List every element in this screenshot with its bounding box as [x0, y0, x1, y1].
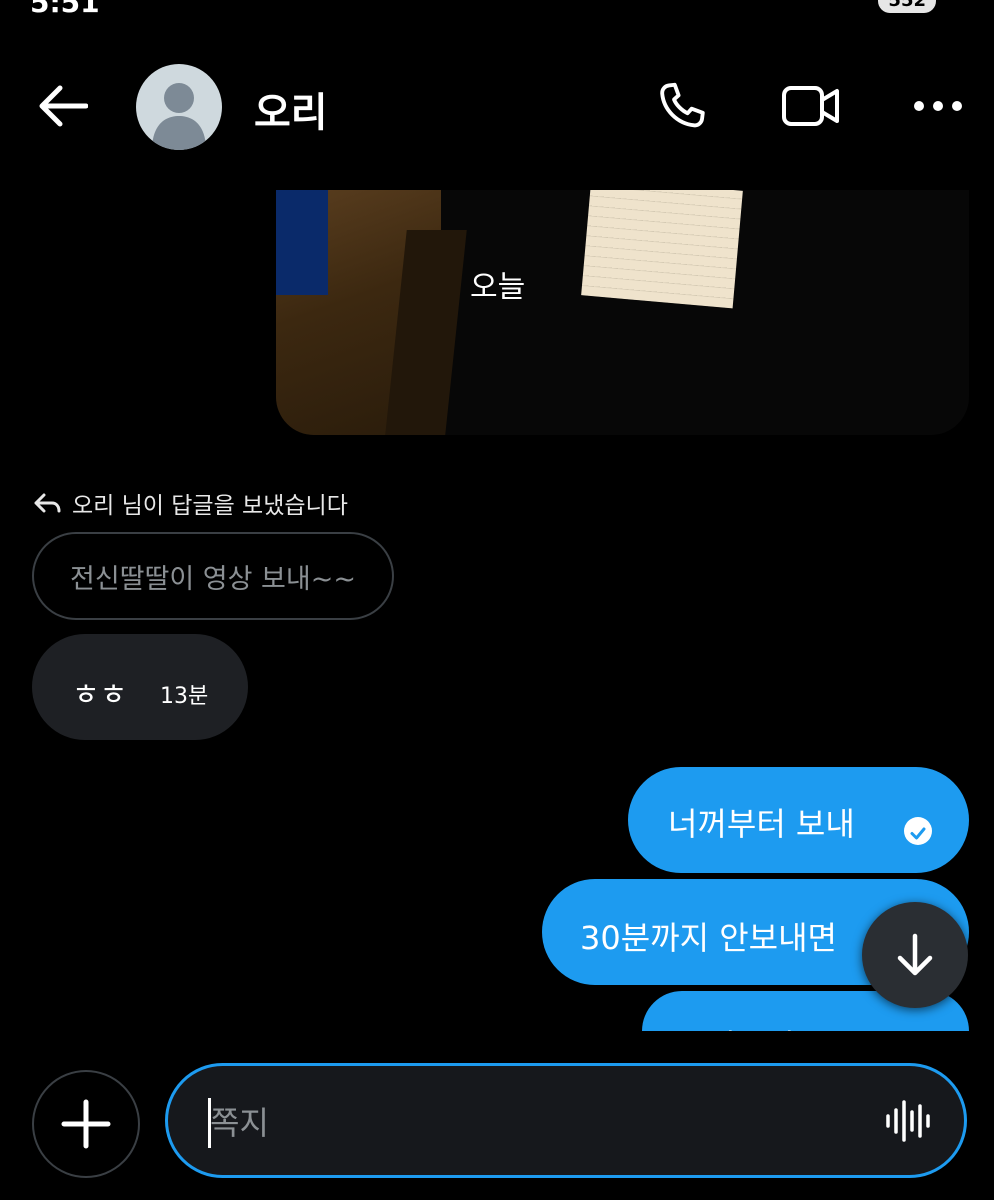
received-message[interactable]: ㅎㅎ 13분	[32, 634, 248, 740]
photo-caption: 오늘	[470, 270, 526, 305]
add-media-button[interactable]	[32, 1070, 140, 1178]
photo-message[interactable]: 오늘	[276, 190, 969, 435]
more-icon	[914, 101, 962, 111]
message-text: 너꺼부터 보내	[668, 805, 855, 843]
reply-context-text: 오리 님이 답글을 보냈습니다	[72, 493, 348, 519]
avatar[interactable]	[136, 64, 222, 150]
photo-note-paper	[581, 190, 743, 309]
message-text: 보내줄게	[676, 1021, 794, 1031]
default-avatar-icon	[152, 83, 206, 150]
conversation-header: 오리	[0, 50, 994, 160]
voice-message-button[interactable]	[884, 1098, 932, 1144]
reply-context: 오리 님이 답글을 보냈습니다	[32, 486, 348, 520]
conversation-title: 오리	[254, 90, 328, 136]
status-time: 5:51	[30, 0, 100, 18]
sent-message[interactable]: 너꺼부터 보내	[628, 767, 969, 873]
plus-icon	[61, 1099, 111, 1149]
more-button[interactable]	[908, 86, 968, 126]
voice-waveform-icon	[886, 1100, 930, 1142]
message-text: 30분까지 안보내면	[580, 919, 837, 957]
phone-icon	[660, 82, 705, 128]
text-cursor	[208, 1098, 211, 1148]
battery-level: 552	[878, 0, 936, 13]
photo-content	[276, 190, 328, 295]
back-arrow-icon	[39, 85, 88, 127]
video-camera-icon	[782, 86, 839, 126]
back-button[interactable]	[30, 78, 94, 134]
quoted-message[interactable]: 전신딸딸이 영상 보내~~	[32, 532, 394, 620]
scroll-to-bottom-button[interactable]	[862, 902, 968, 1008]
battery-indicator: 552	[878, 0, 936, 13]
call-button[interactable]	[650, 76, 714, 136]
status-bar: 5:51 552	[0, 0, 994, 18]
message-text: ㅎㅎ	[72, 678, 128, 713]
reply-arrow-icon	[34, 493, 61, 513]
message-input[interactable]	[208, 1094, 872, 1152]
read-check-icon	[904, 817, 932, 845]
arrow-down-icon	[897, 933, 933, 976]
video-call-button[interactable]	[778, 80, 844, 132]
message-timestamp: 13분	[160, 684, 209, 709]
message-composer	[165, 1063, 967, 1178]
